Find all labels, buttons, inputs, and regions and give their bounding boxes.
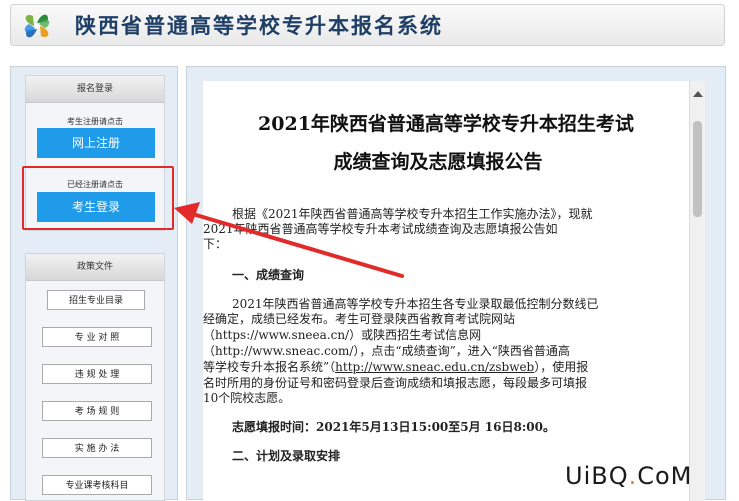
site-header: 陕西省普通高等学校专升本报名系统 — [10, 4, 725, 46]
registration-panel-title: 报名登录 — [26, 76, 164, 103]
watermark-prefix: UiBQ — [565, 462, 629, 490]
policy-panel: 政策文件 招生专业目录 专 业 对 照 违 规 处 理 考 场 规 则 实 施 … — [25, 253, 165, 501]
announcement-document[interactable]: 2021年陕西省普通高等学校专升本招生考试 成绩查询及志愿填报公告 根据《202… — [203, 81, 689, 501]
logo-icon — [24, 14, 50, 38]
section2-heading: 二、计划及录取安排 — [232, 449, 341, 463]
login-highlight-box — [22, 166, 174, 230]
document-scrollbar[interactable] — [689, 81, 705, 501]
policy-panel-title: 政策文件 — [26, 254, 164, 281]
sidebar: 报名登录 考生注册请点击 网上注册 已经注册请点击 考生登录 政策文件 招生专业… — [10, 66, 178, 501]
policy-item-major-catalog[interactable]: 招生专业目录 — [47, 290, 145, 310]
section1-line: （https://www.sneea.cn/）或陕西招生考试信息网 — [203, 328, 482, 342]
section1-line: 等学校专升本报名系统”（http://www.sneac.edu.cn/zsbw… — [203, 360, 588, 375]
watermark-dot: . — [628, 462, 638, 490]
policy-item-violation-handling[interactable]: 违 规 处 理 — [42, 364, 152, 384]
announcement-title-line1: 2021年陕西省普通高等学校专升本招生考试 — [258, 113, 634, 135]
section1-line: 2021年陕西省普通高等学校专升本招生各专业录取最低控制分数线已 — [232, 297, 599, 311]
section1-line: （http://www.sneac.com/），点击“成绩查询”，进入“陕西省普… — [203, 344, 570, 358]
scroll-up-arrow-icon[interactable] — [693, 91, 703, 97]
watermark-logo: UiBQ.CoM — [565, 462, 692, 490]
site-title: 陕西省普通高等学校专升本报名系统 — [75, 13, 443, 38]
section1-line: 10个院校志愿。 — [203, 391, 291, 405]
register-hint: 考生注册请点击 — [67, 117, 123, 126]
watermark-suffix: CoM — [637, 462, 693, 490]
zsbweb-link[interactable]: http://www.sneac.edu.cn/zsbweb — [335, 360, 534, 374]
register-button[interactable]: 网上注册 — [37, 128, 155, 158]
announcement-title-line2: 成绩查询及志愿填报公告 — [333, 151, 543, 173]
deadline-text: 志愿填报时间：2021年5月13日15:00至5月 16日8:00。 — [232, 420, 555, 434]
policy-item-major-mapping[interactable]: 专 业 对 照 — [42, 327, 152, 347]
policy-item-implementation[interactable]: 实 施 办 法 — [42, 438, 152, 458]
section1-line: 经确定，成绩已经发布。考生可登录陕西省教育考试院网站 — [203, 312, 516, 326]
red-pointer-arrow-icon — [174, 202, 404, 278]
section1-line-suffix: ），使用报 — [534, 360, 589, 374]
policy-item-exam-subjects[interactable]: 专业课考核科目 — [42, 475, 152, 495]
scrollbar-thumb[interactable] — [693, 121, 702, 217]
policy-item-exam-rules[interactable]: 考 场 规 则 — [42, 401, 152, 421]
section1-line: 名时所用的身份证号和密码登录后查询成绩和填报志愿，每段最多可填报 — [203, 376, 588, 390]
section1-line-prefix: 等学校专升本报名系统”（ — [203, 360, 336, 374]
